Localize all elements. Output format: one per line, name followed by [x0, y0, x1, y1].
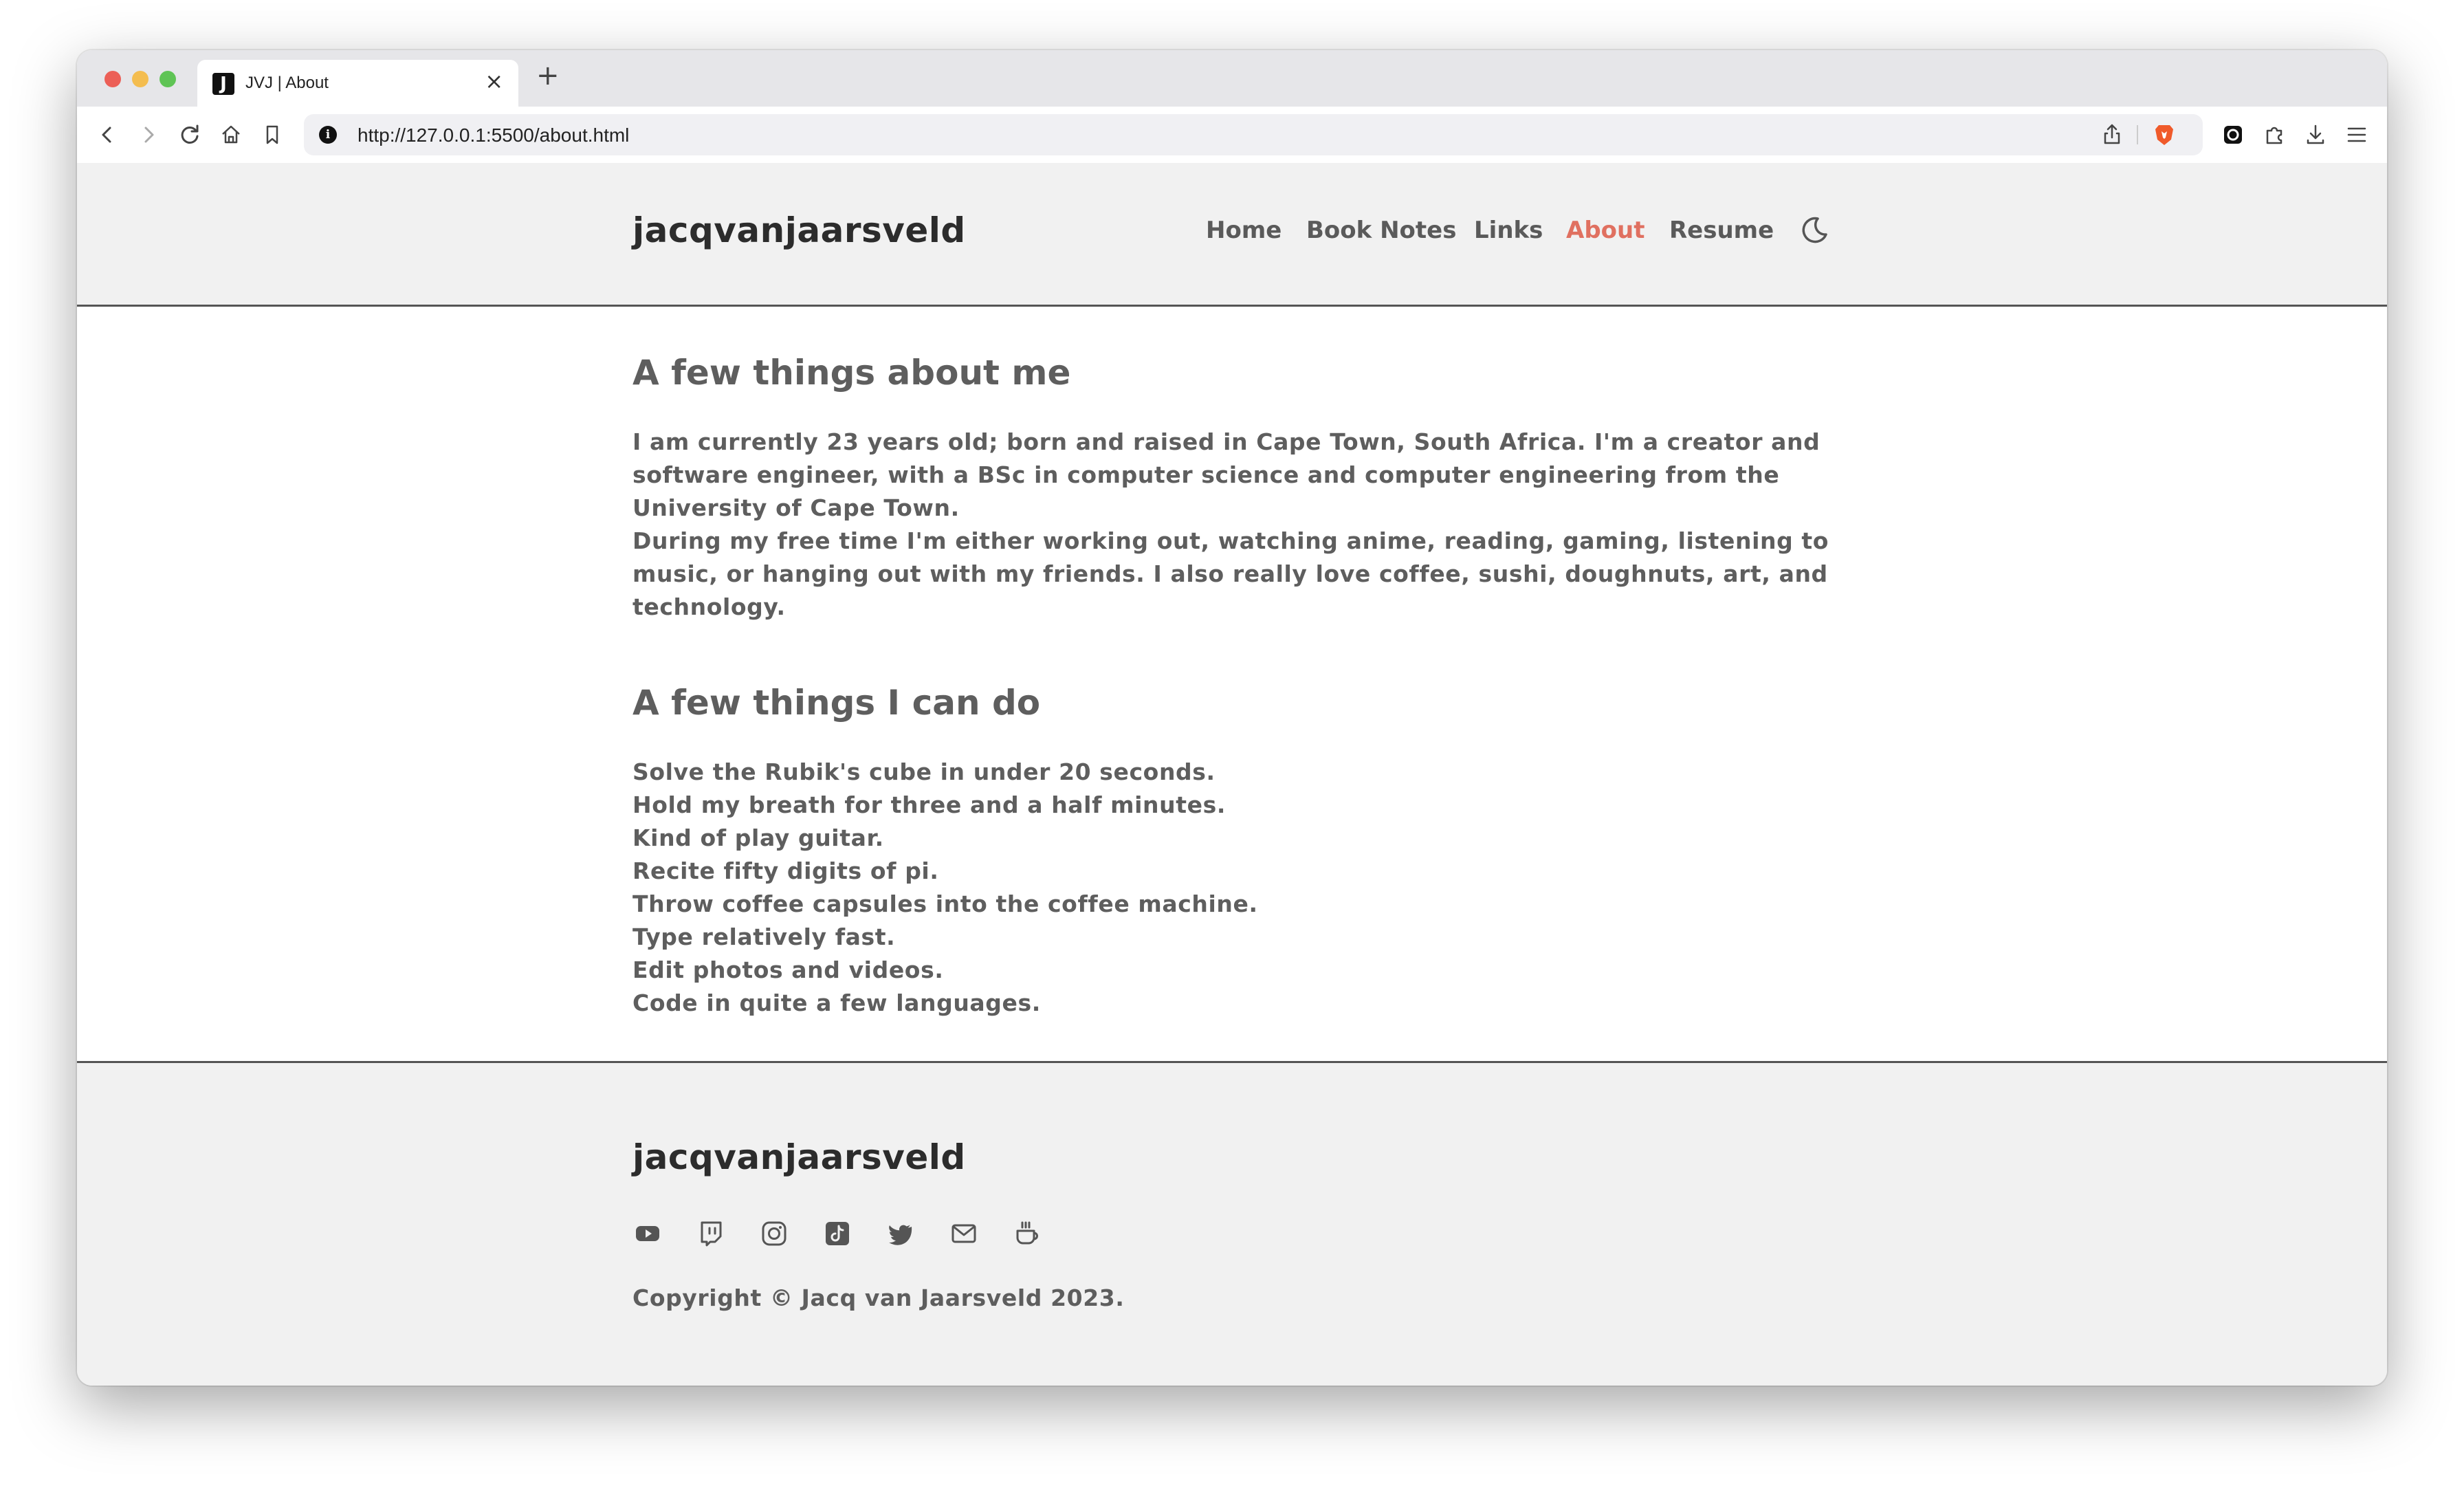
skill-item: Recite fifty digits of pi. [632, 857, 939, 884]
email-icon[interactable] [949, 1218, 979, 1249]
about-line: software engineer, with a BSc in compute… [632, 461, 1780, 488]
skill-item: Solve the Rubik's cube in under 20 secon… [632, 758, 1216, 785]
download-icon[interactable] [2300, 120, 2331, 150]
about-heading: A few things about me [632, 353, 1071, 393]
youtube-icon[interactable] [632, 1218, 663, 1249]
nav-links[interactable]: Links [1474, 217, 1543, 244]
url-text[interactable]: http://127.0.0.1:5500/about.html [358, 124, 629, 146]
skill-item: Type relatively fast. [632, 923, 896, 950]
back-icon[interactable] [92, 120, 122, 150]
site-info-icon[interactable]: i [319, 126, 337, 144]
favicon-icon: J [212, 73, 234, 95]
about-line: I am currently 23 years old; born and ra… [632, 428, 1820, 455]
brave-shield-icon[interactable] [2150, 121, 2178, 149]
about-line: University of Cape Town. [632, 494, 960, 521]
extension-icon[interactable] [2218, 120, 2248, 150]
coffee-icon[interactable] [1012, 1218, 1042, 1249]
menu-icon[interactable] [2342, 120, 2372, 150]
skill-item: Code in quite a few languages. [632, 989, 1041, 1016]
skill-item: Hold my breath for three and a half minu… [632, 791, 1226, 818]
about-line: music, or hanging out with my friends. I… [632, 560, 1828, 587]
puzzle-icon[interactable] [2259, 120, 2289, 150]
bookmark-icon[interactable] [257, 120, 287, 150]
nav-about[interactable]: About [1566, 217, 1644, 244]
reload-icon[interactable] [175, 120, 205, 150]
forward-icon[interactable] [133, 120, 164, 150]
maximize-window-button[interactable] [160, 71, 176, 87]
skill-item: Throw coffee capsules into the coffee ma… [632, 890, 1258, 917]
footer-brand[interactable]: jacqvanjaarsveld [632, 1137, 966, 1177]
site-header: jacqvanjaarsveld Home Book Notes Links A… [77, 163, 2387, 307]
share-icon[interactable] [2097, 120, 2127, 150]
twitch-icon[interactable] [696, 1218, 726, 1249]
twitter-icon[interactable] [886, 1218, 916, 1249]
site-footer: jacqvanjaarsveld Copyright © Jacq van Ja… [77, 1061, 2387, 1386]
skills-heading: A few things I can do [632, 683, 1041, 723]
copyright-text: Copyright © Jacq van Jaarsveld 2023. [632, 1284, 1125, 1311]
new-tab-button[interactable]: + [536, 60, 560, 91]
nav-book-notes[interactable]: Book Notes [1306, 217, 1456, 244]
tiktok-icon[interactable] [822, 1218, 852, 1249]
skill-item: Kind of play guitar. [632, 824, 884, 851]
tab-bar: J JVJ | About × + [77, 50, 2387, 107]
site-brand[interactable]: jacqvanjaarsveld [632, 210, 966, 250]
url-separator [2137, 125, 2138, 144]
moon-icon[interactable] [1797, 213, 1832, 248]
home-icon[interactable] [216, 120, 246, 150]
browser-toolbar: i http://127.0.0.1:5500/about.html [77, 107, 2387, 164]
about-paragraph: I am currently 23 years old; born and ra… [632, 426, 1829, 624]
skill-item: Edit photos and videos. [632, 956, 944, 983]
about-line: During my free time I'm either working o… [632, 527, 1829, 554]
close-window-button[interactable] [104, 71, 121, 87]
address-bar[interactable]: i http://127.0.0.1:5500/about.html [304, 114, 2203, 155]
browser-window: J JVJ | About × + i http://127.0.0.1:550… [77, 50, 2387, 1386]
nav-home[interactable]: Home [1206, 217, 1282, 244]
minimize-window-button[interactable] [132, 71, 148, 87]
tab-close-icon[interactable]: × [485, 68, 503, 94]
skills-list: Solve the Rubik's cube in under 20 secon… [632, 756, 1258, 1020]
nav-resume[interactable]: Resume [1669, 217, 1774, 244]
instagram-icon[interactable] [759, 1218, 789, 1249]
tab-title: JVJ | About [245, 74, 329, 92]
about-line: technology. [632, 593, 786, 620]
browser-tab[interactable]: J JVJ | About × [197, 60, 518, 107]
